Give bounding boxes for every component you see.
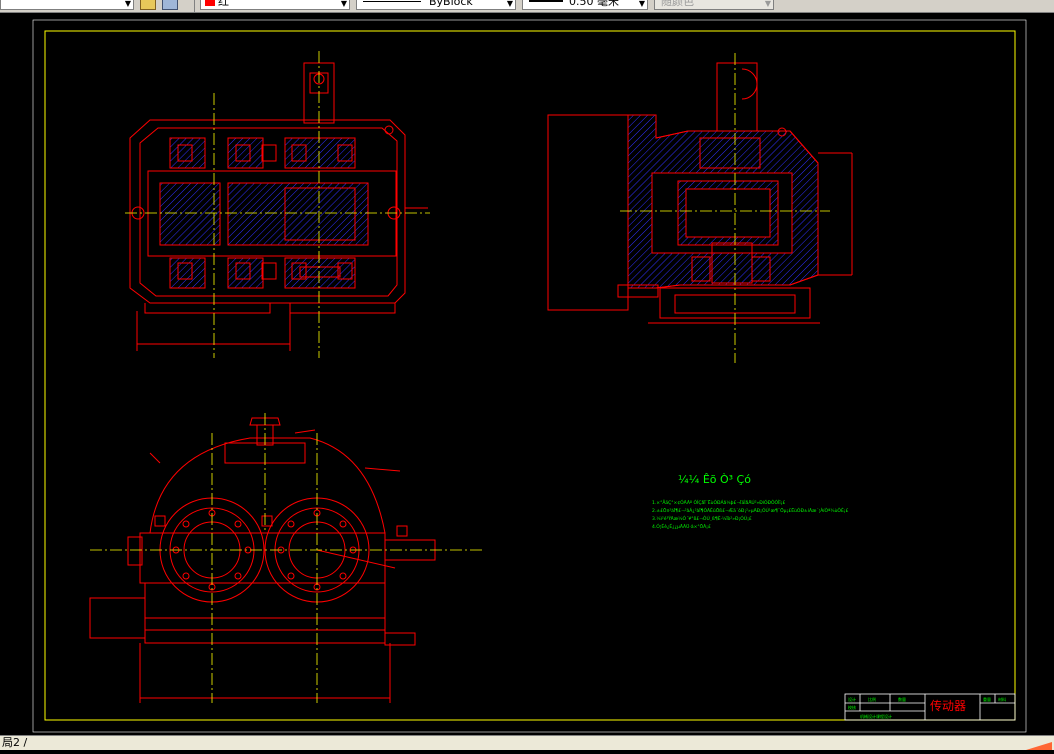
title-cell: 设计 — [848, 696, 856, 702]
title-cell: 校核 — [848, 704, 856, 710]
properties-toolbar: ▼ 红 ▼ ByBlock ▼ 0.50 毫米 ▼ 随颜色 ▼ — [0, 0, 1054, 13]
drawing-frame — [44, 30, 1016, 721]
front-section-view — [129, 62, 428, 351]
previous-combo[interactable]: ▼ — [0, 0, 134, 10]
chevron-down-icon: ▼ — [764, 0, 771, 8]
exterior-view-centerlines — [90, 413, 482, 703]
note-line: 3.¼ì²é³ÝÃæ½Ó´¥°ß£¬ÔÚ¸ß¶È·½Ïò²»Ð¡ÓÚ¡£ — [652, 514, 752, 522]
exterior-view — [89, 417, 436, 703]
chevron-down-icon: ▼ — [124, 0, 131, 8]
layout-tab-bar: 局2 / — [0, 735, 1054, 750]
drawing-name: 传动器 — [930, 698, 966, 713]
color-value: 红 — [218, 0, 229, 8]
linetype-control[interactable]: ByBlock ▼ — [356, 0, 516, 10]
chevron-down-icon: ▼ — [506, 0, 513, 8]
color-swatch-icon — [205, 0, 215, 6]
note-line: 1.×°ÅäÇ°×¢ÓÃÃº ÓÍÇåÏ´ËùÓÐÁã¼þ£¬ÏäÌåÄÚ²»Ð… — [652, 499, 785, 506]
title-cell: 数量 — [898, 696, 906, 702]
plotstyle-control[interactable]: 随颜色 ▼ — [654, 0, 774, 10]
note-line: 2.±£Ö¤²àÏ¶£¬²âÁ¿²àÏ¶ÓÃÈûÖß£¬Æä´óÐ¡²»µÃÐ¡… — [652, 506, 849, 514]
plotstyle-value: 随颜色 — [661, 0, 694, 8]
layer-previous-icon[interactable] — [162, 0, 178, 10]
side-section-view — [547, 62, 853, 324]
title-cell: 比例 — [868, 696, 876, 702]
lineweight-value: 0.50 毫米 — [569, 0, 619, 8]
layout-tab[interactable]: 局2 / — [0, 736, 27, 749]
title-cell: 重量 — [983, 696, 991, 702]
toolbar-separator — [194, 0, 195, 12]
lineweight-preview-icon — [529, 0, 563, 2]
drawing-canvas[interactable]: ¼¼ Êõ Ò³ Çó 1.×°ÅäÇ°×¢ÓÃÃº ÓÍÇåÏ´ËùÓÐÁã¼… — [0, 13, 1054, 735]
title-footer: 机械设计课程设计 — [860, 713, 892, 719]
chevron-down-icon: ▼ — [638, 0, 645, 8]
note-line: 4.Ó¦Éè¿É¿¿µÄÃÜ·â×°ÖÃ¡£ — [652, 522, 711, 530]
sheet-border — [32, 19, 1027, 733]
chevron-down-icon: ▼ — [340, 0, 347, 8]
notes-heading: ¼¼ Êõ Ò³ Çó — [678, 473, 751, 486]
lineweight-control[interactable]: 0.50 毫米 ▼ — [522, 0, 648, 10]
color-control[interactable]: 红 ▼ — [200, 0, 350, 10]
title-cell: 材料 — [998, 696, 1006, 702]
linetype-value: ByBlock — [429, 0, 473, 8]
linetype-preview-icon — [363, 1, 421, 2]
layer-state-icon[interactable] — [140, 0, 156, 10]
